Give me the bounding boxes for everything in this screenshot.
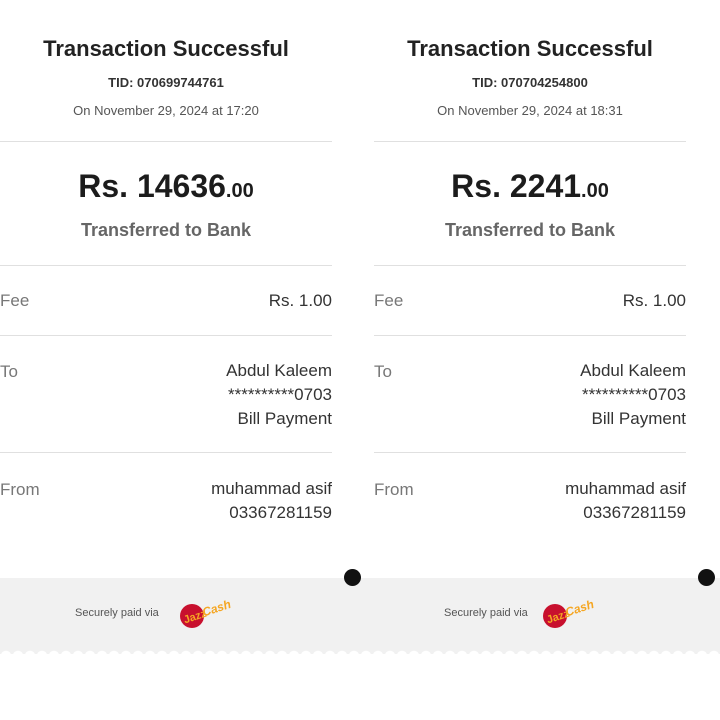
amount-main: Rs. 2241 — [451, 168, 582, 204]
punch-hole-dot — [344, 569, 361, 586]
divider — [0, 335, 332, 336]
secure-paid-text: Securely paid via — [75, 607, 159, 619]
divider — [374, 265, 686, 266]
sender-number: 03367281159 — [229, 503, 332, 522]
divider — [374, 335, 686, 336]
transaction-date: On November 29, 2024 at 18:31 — [437, 103, 623, 118]
transaction-id: TID: 070704254800 — [472, 75, 588, 90]
transaction-id: TID: 070699744761 — [108, 75, 224, 90]
sender-name: muhammad asif — [211, 479, 332, 498]
to-label: To — [0, 362, 18, 381]
jazzcash-logo-icon: Jazz Cash — [178, 597, 234, 631]
svg-text:Cash: Cash — [563, 597, 595, 619]
to-label: To — [374, 362, 392, 381]
amount-decimal: .00 — [225, 180, 254, 202]
transaction-amount: Rs. 2241.00 — [374, 168, 686, 205]
divider — [0, 452, 332, 453]
payment-type: Bill Payment — [237, 409, 332, 428]
fee-label: Fee — [0, 291, 30, 310]
fee-amount: Rs. 1.00 — [268, 291, 332, 310]
from-label: From — [0, 480, 40, 499]
from-label: From — [374, 480, 414, 499]
fee-value: Rs. 1.00 — [623, 289, 686, 313]
sender-number: 03367281159 — [583, 503, 686, 522]
amount-decimal: .00 — [581, 180, 609, 202]
payment-type: Bill Payment — [591, 409, 686, 428]
transaction-date: On November 29, 2024 at 17:20 — [73, 103, 259, 118]
recipient-name: Abdul Kaleem — [226, 361, 332, 380]
fee-label: Fee — [374, 291, 404, 310]
receipt-title: Transaction Successful — [43, 36, 289, 61]
sender-name: muhammad asif — [565, 479, 686, 498]
from-details: muhammad asif 03367281159 — [211, 477, 332, 525]
recipient-account: **********0703 — [582, 385, 686, 404]
divider — [0, 141, 332, 142]
transfer-type: Transferred to Bank — [444, 220, 616, 240]
transfer-type: Transferred to Bank — [80, 220, 252, 240]
recipient-account: **********0703 — [228, 385, 332, 404]
from-details: muhammad asif 03367281159 — [565, 477, 686, 525]
divider — [374, 452, 686, 453]
fee-amount: Rs. 1.00 — [622, 291, 686, 310]
secure-paid-text: Securely paid via — [444, 607, 528, 619]
punch-hole-dot — [698, 569, 715, 586]
fee-value: Rs. 1.00 — [269, 289, 332, 313]
amount-main: Rs. 14636 — [78, 168, 226, 204]
divider — [374, 141, 686, 142]
receipt-title: Transaction Successful — [407, 36, 653, 61]
svg-text:Cash: Cash — [200, 597, 232, 619]
to-details: Abdul Kaleem **********0703 Bill Payment — [580, 359, 686, 431]
jazzcash-logo-icon: Jazz Cash — [541, 597, 597, 631]
transaction-amount: Rs. 14636.00 — [0, 168, 332, 205]
to-details: Abdul Kaleem **********0703 Bill Payment — [226, 359, 332, 431]
divider — [0, 265, 332, 266]
recipient-name: Abdul Kaleem — [580, 361, 686, 380]
torn-edge — [0, 646, 720, 656]
